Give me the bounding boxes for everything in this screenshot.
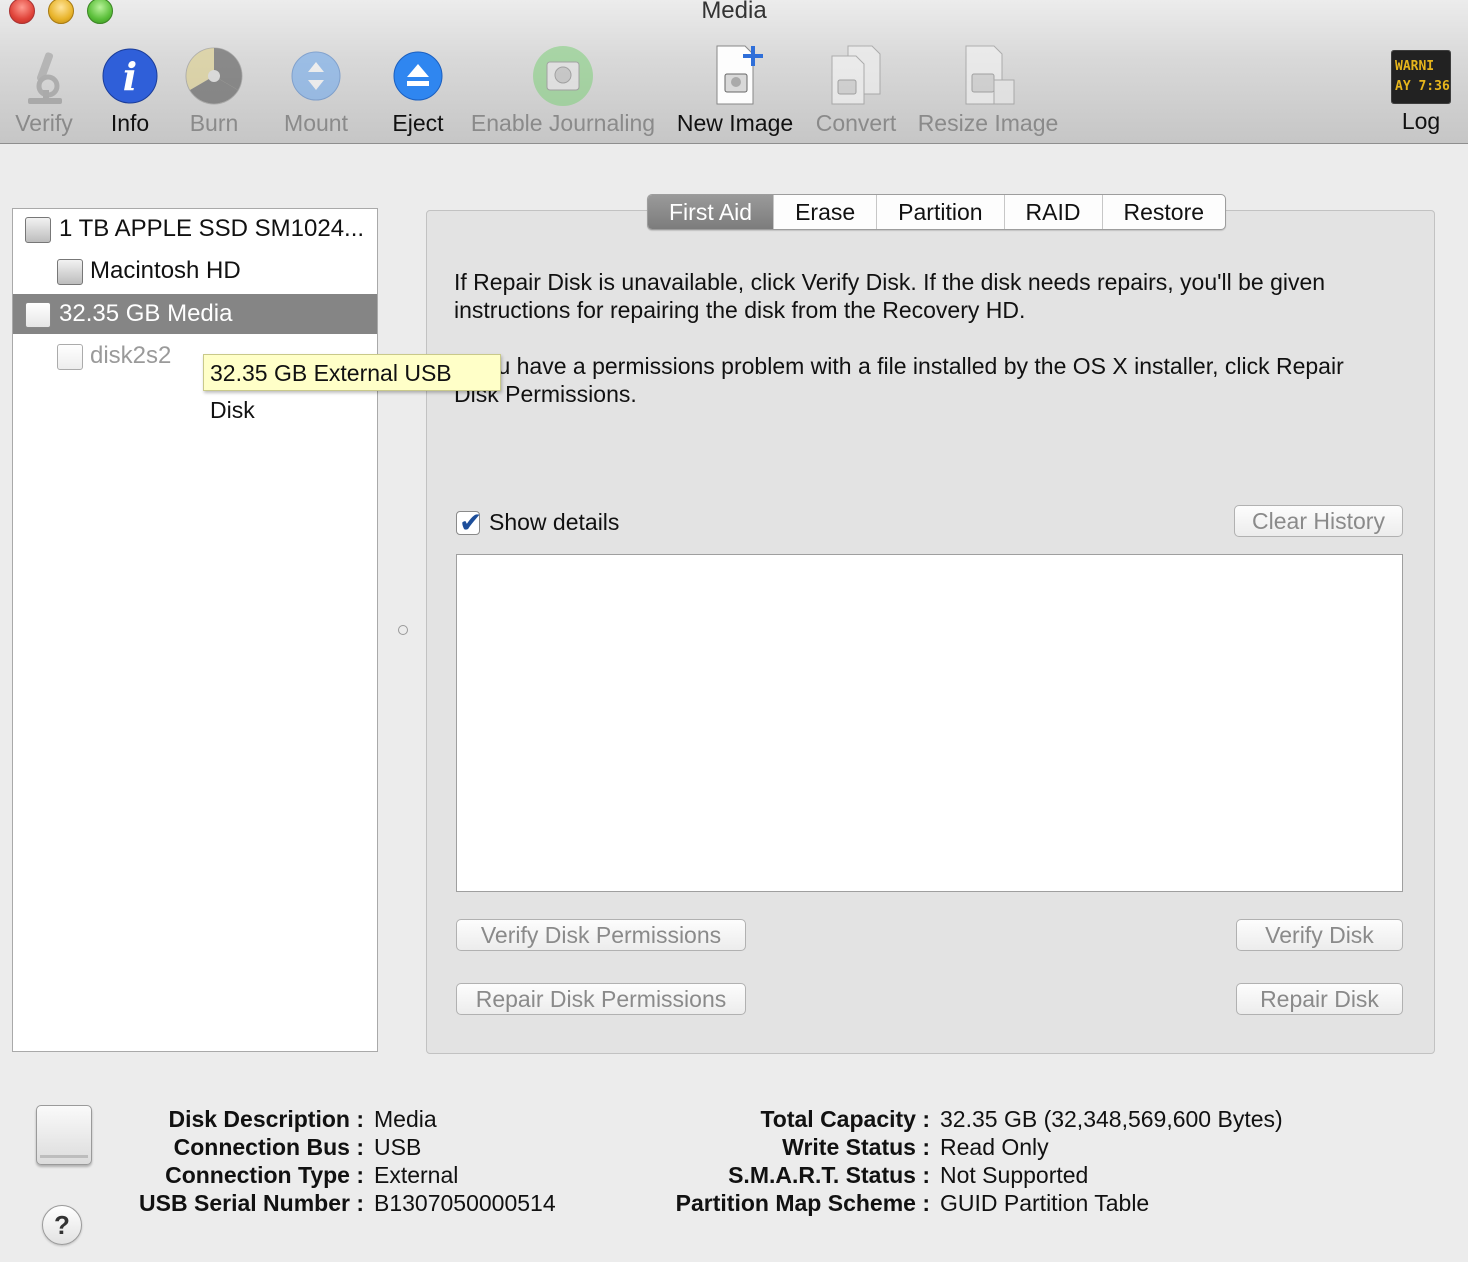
internal-disk-icon: [25, 217, 51, 243]
external-volume-icon: [57, 344, 83, 370]
usb-serial-number-label: USB Serial Number :: [139, 1190, 364, 1216]
window-title: Media: [701, 0, 767, 24]
enable-journaling-label: Enable Journaling: [470, 110, 656, 136]
details-log-area[interactable]: [456, 554, 1403, 892]
repair-disk-permissions-button[interactable]: Repair Disk Permissions: [456, 983, 746, 1015]
disk-list[interactable]: 1 TB APPLE SSD SM1024... Macintosh HD 32…: [12, 208, 378, 1052]
instructions-line: Disk Permissions.: [454, 381, 637, 407]
burn-label: Burn: [189, 110, 239, 136]
svg-text:AY 7:36: AY 7:36: [1395, 79, 1450, 94]
instructions-line: If you have a permissions problem with a…: [454, 353, 1344, 379]
tab-partition[interactable]: Partition: [877, 195, 1005, 229]
resize-image-button[interactable]: Resize Image: [914, 44, 1062, 137]
disk-list-item-apple-ssd[interactable]: 1 TB APPLE SSD SM1024...: [13, 209, 377, 249]
tab-bar: First Aid Erase Partition RAID Restore: [647, 194, 1227, 230]
tab-erase[interactable]: Erase: [774, 195, 878, 229]
connection-type-value: External: [374, 1162, 459, 1188]
write-status-value: Read Only: [940, 1134, 1049, 1160]
eject-button[interactable]: Eject: [384, 44, 452, 137]
burn-radiation-icon: [184, 44, 244, 106]
eject-icon: [388, 44, 448, 106]
external-disk-large-icon: [36, 1105, 92, 1165]
tab-restore[interactable]: Restore: [1103, 195, 1226, 229]
help-button[interactable]: ?: [42, 1205, 82, 1245]
checkmark-icon: ✔: [459, 507, 483, 538]
microscope-icon: [14, 44, 74, 106]
verify-disk-permissions-button[interactable]: Verify Disk Permissions: [456, 919, 746, 951]
convert-icon: [826, 44, 886, 106]
tab-first-aid[interactable]: First Aid: [648, 195, 775, 229]
tab-raid[interactable]: RAID: [1005, 195, 1103, 229]
convert-button[interactable]: Convert: [810, 44, 902, 137]
disk-item-label: disk2s2: [90, 342, 172, 369]
split-view-divider-handle[interactable]: [398, 625, 408, 635]
toolbar: Media Verify i Info Burn Mount Eject Ena…: [0, 0, 1468, 144]
disk-item-label: 1 TB APPLE SSD SM1024...: [59, 215, 365, 242]
eject-label: Eject: [392, 110, 444, 136]
partition-map-scheme-label: Partition Map Scheme :: [675, 1190, 930, 1216]
verify-button[interactable]: Verify: [6, 44, 82, 137]
clear-history-button[interactable]: Clear History: [1234, 505, 1403, 537]
verify-label: Verify: [15, 110, 73, 136]
disk-description-value: Media: [374, 1106, 437, 1132]
info-label: Info: [110, 110, 150, 136]
log-console-icon: WARNI AY 7:36: [1390, 49, 1452, 105]
mount-icon: [286, 44, 346, 106]
usb-serial-number-value: B1307050000514: [374, 1190, 556, 1216]
partition-map-scheme-value: GUID Partition Table: [940, 1190, 1150, 1216]
journaling-disk-icon: [533, 44, 593, 106]
verify-disk-button[interactable]: Verify Disk: [1236, 919, 1403, 951]
disk-list-item-media[interactable]: 32.35 GB Media: [13, 294, 377, 334]
svg-text:WARNI: WARNI: [1395, 59, 1434, 74]
info-icon: i: [100, 44, 160, 106]
resize-image-label: Resize Image: [917, 110, 1059, 136]
disk-description-label: Disk Description :: [168, 1106, 364, 1132]
resize-image-icon: [958, 44, 1018, 106]
show-details-label[interactable]: Show details: [489, 509, 619, 536]
info-button[interactable]: i Info: [92, 44, 168, 137]
connection-bus-value: USB: [374, 1134, 422, 1160]
convert-label: Convert: [815, 110, 897, 136]
disk-item-label: 32.35 GB Media: [59, 300, 233, 327]
instructions-line: If Repair Disk is unavailable, click Ver…: [454, 269, 1326, 295]
disk-list-item-macintosh-hd[interactable]: Macintosh HD: [13, 251, 377, 291]
write-status-label: Write Status :: [782, 1134, 930, 1160]
new-image-button[interactable]: New Image: [672, 44, 798, 137]
total-capacity-label: Total Capacity :: [760, 1106, 930, 1132]
svg-text:i: i: [123, 54, 137, 99]
connection-type-label: Connection Type :: [165, 1162, 364, 1188]
disk-tooltip: 32.35 GB External USB Disk: [203, 354, 501, 423]
enable-journaling-button[interactable]: Enable Journaling: [468, 44, 658, 137]
mount-label: Mount: [284, 110, 348, 136]
smart-status-label: S.M.A.R.T. Status :: [728, 1162, 930, 1188]
internal-volume-icon: [57, 259, 83, 285]
new-image-label: New Image: [676, 110, 794, 136]
mount-button[interactable]: Mount: [276, 44, 356, 137]
repair-disk-button[interactable]: Repair Disk: [1236, 983, 1403, 1015]
show-details-checkbox[interactable]: ✔: [456, 507, 482, 538]
new-image-icon: [705, 44, 765, 106]
disk-item-label: Macintosh HD: [90, 257, 241, 284]
total-capacity-value: 32.35 GB (32,348,569,600 Bytes): [940, 1106, 1283, 1132]
log-button[interactable]: WARNI AY 7:36 Log: [1390, 44, 1452, 135]
burn-button[interactable]: Burn: [176, 44, 252, 137]
external-disk-icon: [25, 302, 51, 328]
instructions-paragraph-2: If you have a permissions problem with a…: [454, 352, 1344, 408]
instructions-line: instructions for repairing the disk from…: [454, 297, 1026, 323]
smart-status-value: Not Supported: [940, 1162, 1089, 1188]
connection-bus-label: Connection Bus :: [173, 1134, 364, 1160]
log-label: Log: [1401, 108, 1441, 134]
instructions-paragraph-1: If Repair Disk is unavailable, click Ver…: [454, 268, 1325, 324]
